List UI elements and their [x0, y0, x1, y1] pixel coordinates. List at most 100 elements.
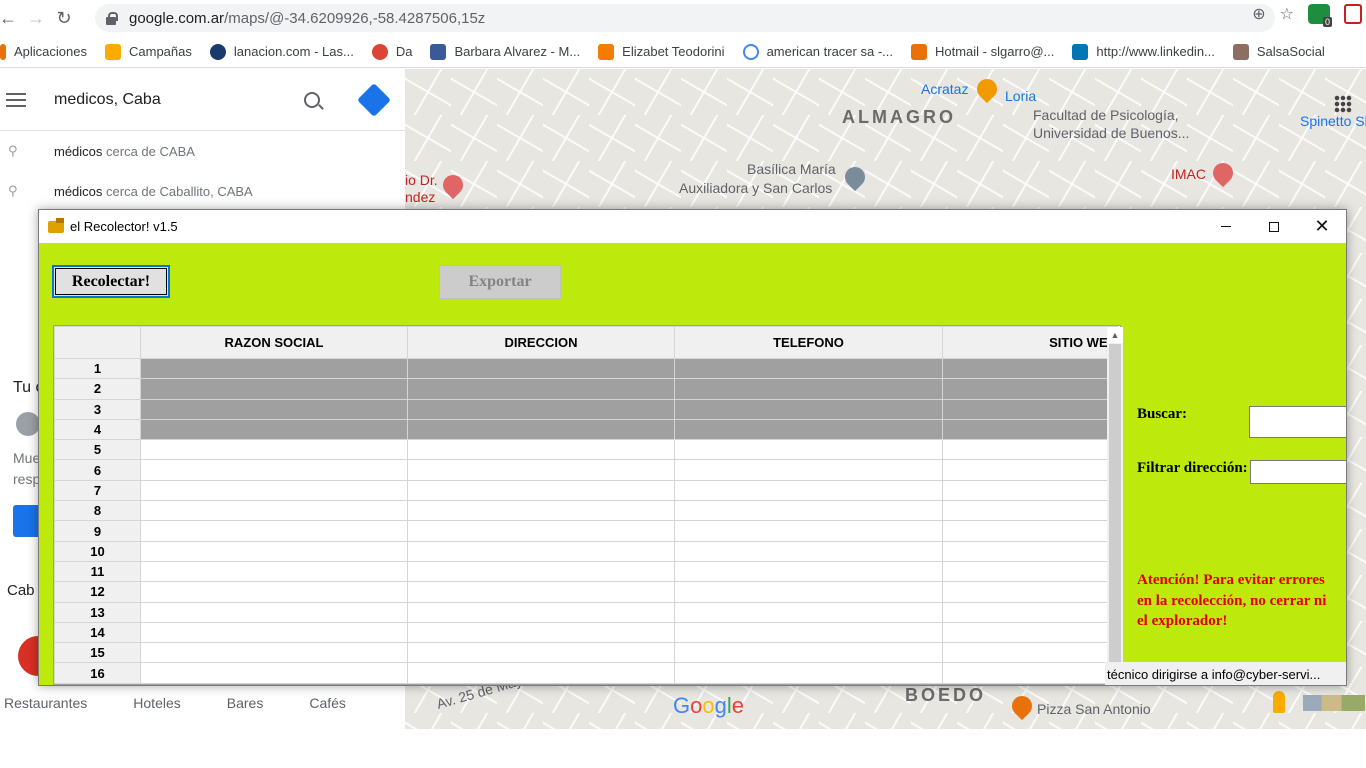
table-cell[interactable] — [674, 540, 943, 562]
table-cell[interactable] — [674, 601, 943, 623]
row-header[interactable]: 2 — [54, 378, 141, 400]
table-cell[interactable] — [942, 520, 1118, 542]
suggestion-item[interactable]: ⚲ médicos cerca de CABA — [0, 131, 405, 171]
table-cell[interactable] — [140, 479, 408, 502]
row-header[interactable]: 11 — [54, 560, 141, 583]
table-cell[interactable] — [140, 459, 408, 481]
table-cell[interactable] — [407, 439, 675, 461]
table-cell[interactable] — [140, 662, 408, 684]
table-cell[interactable] — [942, 581, 1118, 603]
table-cell[interactable] — [407, 500, 675, 522]
apps-grid-icon[interactable] — [1334, 95, 1352, 113]
bookmark-item[interactable]: Elizabet Teodorini — [598, 43, 725, 60]
table-cell[interactable] — [674, 581, 943, 603]
row-header[interactable]: 7 — [54, 479, 141, 502]
row-header[interactable]: 10 — [54, 540, 141, 562]
table-cell[interactable] — [407, 581, 675, 603]
table-cell[interactable] — [674, 418, 943, 441]
table-cell[interactable] — [942, 357, 1118, 380]
table-cell[interactable] — [674, 378, 943, 400]
table-cell[interactable] — [674, 439, 943, 461]
table-row[interactable]: 15 — [54, 642, 1118, 664]
table-cell[interactable] — [942, 540, 1118, 562]
table-cell[interactable] — [407, 378, 675, 400]
table-cell[interactable] — [140, 642, 408, 664]
table-cell[interactable] — [140, 398, 408, 420]
corner-header[interactable] — [54, 326, 141, 359]
table-row[interactable]: 3 — [54, 398, 1118, 420]
table-cell[interactable] — [140, 520, 408, 542]
table-row[interactable]: 12 — [54, 581, 1118, 603]
maps-search-input[interactable]: medicos, Caba — [54, 91, 304, 109]
table-cell[interactable] — [140, 500, 408, 522]
directions-icon[interactable] — [357, 82, 391, 117]
table-cell[interactable] — [140, 378, 408, 400]
table-row[interactable]: 7 — [54, 479, 1118, 502]
table-row[interactable]: 14 — [54, 621, 1118, 644]
scroll-up-icon[interactable]: ▲ — [1107, 327, 1123, 343]
table-cell[interactable] — [407, 398, 675, 420]
exportar-button[interactable]: Exportar — [439, 265, 561, 299]
table-cell[interactable] — [140, 540, 408, 562]
row-header[interactable]: 9 — [54, 520, 141, 542]
table-row[interactable]: 9 — [54, 520, 1118, 542]
table-cell[interactable] — [407, 540, 675, 562]
table-row[interactable]: 4 — [54, 418, 1118, 441]
table-cell[interactable] — [942, 459, 1118, 481]
bookmark-item[interactable]: Hotmail - slgarro@... — [911, 43, 1054, 60]
table-cell[interactable] — [674, 560, 943, 583]
table-cell[interactable] — [942, 621, 1118, 644]
suggestion-item[interactable]: ⚲ médicos cerca de Caballito, CABA — [0, 171, 405, 211]
pocket-extension-icon[interactable] — [1344, 4, 1362, 24]
table-cell[interactable] — [942, 662, 1118, 684]
row-header[interactable]: 6 — [54, 459, 141, 481]
table-cell[interactable] — [942, 500, 1118, 522]
table-row[interactable]: 2 — [54, 378, 1118, 400]
table-cell[interactable] — [407, 418, 675, 441]
recolectar-button[interactable]: Recolectar! — [52, 265, 170, 298]
filtrar-direccion-input[interactable] — [1250, 460, 1346, 484]
table-cell[interactable] — [407, 601, 675, 623]
extension-icon[interactable]: 0 — [1308, 4, 1332, 27]
table-cell[interactable] — [674, 479, 943, 502]
table-cell[interactable] — [407, 642, 675, 664]
results-grid[interactable]: RAZON SOCIAL DIRECCION TELEFONO SITIO WE… — [53, 325, 1121, 685]
table-cell[interactable] — [942, 439, 1118, 461]
table-cell[interactable] — [674, 621, 943, 644]
table-cell[interactable] — [942, 560, 1118, 583]
bookmark-item[interactable]: SalsaSocial — [1232, 43, 1325, 60]
bookmark-item[interactable]: Barbara Alvarez - M... — [430, 43, 580, 60]
address-bar[interactable]: google.com.ar/maps/@-34.6209926,-58.4287… — [95, 4, 1275, 32]
table-cell[interactable] — [942, 642, 1118, 664]
row-header[interactable]: 14 — [54, 621, 141, 644]
row-header[interactable]: 3 — [54, 398, 141, 420]
scroll-thumb[interactable] — [1109, 344, 1121, 664]
table-cell[interactable] — [407, 520, 675, 542]
row-header[interactable]: 4 — [54, 418, 141, 441]
table-cell[interactable] — [674, 357, 943, 380]
table-cell[interactable] — [140, 439, 408, 461]
table-cell[interactable] — [140, 560, 408, 583]
maximize-button[interactable] — [1250, 210, 1298, 243]
table-row[interactable]: 10 — [54, 540, 1118, 562]
back-icon[interactable]: ← — [0, 4, 22, 32]
add-icon[interactable]: ⊕ — [1252, 4, 1265, 24]
menu-icon[interactable] — [6, 92, 26, 107]
table-cell[interactable] — [942, 601, 1118, 623]
table-row[interactable]: 1 — [54, 357, 1118, 380]
table-cell[interactable] — [140, 357, 408, 380]
vertical-scrollbar[interactable]: ▲ — [1107, 327, 1123, 683]
table-cell[interactable] — [674, 642, 943, 664]
row-header[interactable]: 1 — [54, 357, 141, 380]
reload-icon[interactable]: ↻ — [50, 4, 78, 32]
map-layers-icon[interactable] — [1303, 695, 1365, 711]
table-cell[interactable] — [407, 357, 675, 380]
table-cell[interactable] — [942, 418, 1118, 441]
column-header-razon-social[interactable]: RAZON SOCIAL — [140, 326, 408, 359]
row-header[interactable]: 5 — [54, 439, 141, 461]
search-icon[interactable] — [304, 91, 320, 108]
bookmark-item[interactable]: Da — [371, 43, 412, 60]
bookmark-item[interactable]: american tracer sa -... — [742, 43, 893, 60]
pegman-icon[interactable] — [1273, 691, 1285, 713]
bookmark-item[interactable]: Campañas — [105, 43, 192, 60]
